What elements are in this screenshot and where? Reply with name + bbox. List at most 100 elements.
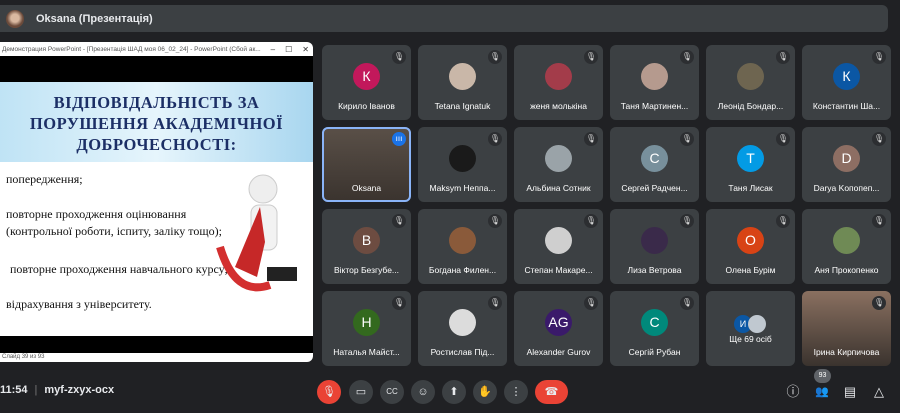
avatar [748, 315, 766, 333]
present-button[interactable]: ⬆ [442, 380, 466, 404]
participant-name: Олена Бурім [725, 265, 776, 275]
mic-off-icon: 🎙 [776, 50, 790, 64]
close-icon[interactable]: ✕ [302, 45, 309, 54]
mic-off-icon: 🎙 [680, 50, 694, 64]
participant-tile[interactable]: 🎙 Ростислав Під... [418, 291, 507, 366]
ppt-window-titlebar: Демонстрация PowerPoint - [Презентація Ш… [0, 42, 313, 56]
presenter-avatar [6, 9, 24, 28]
ppt-window-title: Демонстрация PowerPoint - [Презентація Ш… [2, 45, 261, 53]
end-call-icon: ☎ [544, 386, 559, 398]
participant-tile[interactable]: 🎙 О Олена Бурім [706, 209, 795, 284]
participant-tile[interactable]: 🎙 Таня Мартинен... [610, 45, 699, 120]
reactions-button[interactable]: ☺ [411, 380, 435, 404]
participant-name: Сергій Рубан [628, 347, 681, 357]
figure-illustration [216, 174, 297, 292]
slide-bullet: повторне проходження навчального курсу; [10, 262, 228, 276]
meeting-details-button[interactable]: ⓘ [782, 380, 804, 404]
people-button[interactable]: 👥 [811, 380, 833, 404]
avatar: Н [353, 309, 380, 336]
participant-tile[interactable]: 🎙 AG Alexander Gurov [514, 291, 603, 366]
mic-off-icon: 🎙 [584, 296, 598, 310]
participant-tile[interactable]: 🎙 С Сергій Рубан [610, 291, 699, 366]
avatar [641, 227, 668, 254]
chat-icon: ▤ [843, 384, 857, 399]
raise-hand-button[interactable]: ✋ [473, 380, 497, 404]
participant-name: Ростислав Під... [430, 347, 495, 357]
participant-tile[interactable]: 🎙 В Віктор Безгубе... [322, 209, 411, 284]
mic-off-icon: 🎙 [488, 132, 502, 146]
mic-off-icon: 🎙 [392, 50, 406, 64]
minimize-icon[interactable]: – [271, 45, 275, 54]
participant-name: Ірина Кирпичова [813, 347, 880, 357]
avatar: Т [737, 145, 764, 172]
participant-tile[interactable]: 🎙 Аня Прокопенко [802, 209, 891, 284]
avatar: В [353, 227, 380, 254]
more-participants-tile[interactable]: И Ще 69 осіб [706, 291, 795, 366]
mic-off-icon: 🎙 [488, 50, 502, 64]
camera-toggle-button[interactable]: ▭ [349, 380, 373, 404]
avatar: С [641, 309, 668, 336]
participant-tile[interactable]: 🎙 D Darya Kопопеп... [802, 127, 891, 202]
participant-name: Сергей Радчен... [621, 183, 688, 193]
activities-icon: △ [874, 384, 884, 399]
maximize-icon[interactable]: ☐ [285, 45, 292, 54]
emoji-icon: ☺ [417, 386, 429, 398]
participant-name: женя молькіна [530, 101, 587, 111]
participant-name: Богдана Филен... [428, 265, 497, 275]
participant-tile[interactable]: 🎙 Степан Макаре... [514, 209, 603, 284]
slide: ВІДПОВІДАЛЬНІСТЬ ЗА ПОРУШЕННЯ АКАДЕМІЧНО… [0, 82, 313, 336]
mic-off-icon: 🎙 [584, 214, 598, 228]
participant-name: Maksym Неппа... [429, 183, 496, 193]
slide-bullet: попередження; [6, 172, 83, 186]
participant-tile[interactable]: 🎙 женя молькіна [514, 45, 603, 120]
presentation-stage[interactable]: Демонстрация PowerPoint - [Презентація Ш… [0, 42, 313, 362]
participant-tile[interactable]: 🎙 Леонід Бондар... [706, 45, 795, 120]
mic-off-icon: 🎙 [488, 214, 502, 228]
mic-off-icon: 🎙 [488, 296, 502, 310]
more-vert-icon: ⋮ [510, 386, 522, 398]
mic-off-icon: 🎙 [680, 214, 694, 228]
participant-tile[interactable]: 🎙 Лиза Ветрова [610, 209, 699, 284]
participant-tile[interactable]: 🎙 Н Наталья Майст... [322, 291, 411, 366]
participant-name: Таня Лисак [728, 183, 773, 193]
chat-button[interactable]: ▤ [839, 380, 861, 404]
participant-tile[interactable]: 🎙 С Сергей Радчен... [610, 127, 699, 202]
mic-toggle-button[interactable]: 🎙 [317, 380, 341, 404]
mic-off-icon: 🎙 [776, 214, 790, 228]
avatar: D [833, 145, 860, 172]
participant-name: Наталья Майст... [333, 347, 400, 357]
people-icon: 👥 [815, 386, 829, 398]
camera-icon: ▭ [355, 386, 367, 398]
captions-button[interactable]: CC [380, 380, 404, 404]
participant-tile[interactable]: 🎙 Альбина Сотник [514, 127, 603, 202]
clock: 11:54 [0, 384, 28, 396]
more-options-button[interactable]: ⋮ [504, 380, 528, 404]
slide-bullet: відрахування з університету. [6, 297, 152, 311]
avatar [833, 227, 860, 254]
mic-off-icon: 🎙 [872, 214, 886, 228]
participant-name: Tetana Ignatuk [434, 101, 491, 111]
leave-call-button[interactable]: ☎ [535, 380, 568, 404]
participant-tile[interactable]: 🎙 К Кирило Іванов [322, 45, 411, 120]
participant-tile[interactable]: 🎙 Tetana Ignatuk [418, 45, 507, 120]
mic-off-icon: 🎙 [872, 132, 886, 146]
participant-tile[interactable]: 🎙 Богдана Филен... [418, 209, 507, 284]
participant-tile[interactable]: 🎙 К Константин Ша... [802, 45, 891, 120]
mic-off-icon: 🎙 [392, 296, 406, 310]
participant-name: Darya Kопопеп... [813, 183, 880, 193]
mic-off-icon: 🎙 [584, 132, 598, 146]
avatar [545, 227, 572, 254]
participant-name: Степан Макаре... [524, 265, 593, 275]
mic-off-icon: 🎙 [680, 296, 694, 310]
mic-off-icon: 🎙 [322, 386, 336, 398]
avatar: AG [545, 309, 572, 336]
avatar: К [353, 63, 380, 90]
participant-tile[interactable]: 🎙 Maksym Неппа... [418, 127, 507, 202]
participant-tile[interactable]: ııı Oksana [322, 127, 411, 202]
participant-tile[interactable]: 🎙 Ірина Кирпичова [802, 291, 891, 366]
activities-button[interactable]: △ [868, 380, 890, 404]
slide-bullet: повторне проходження оцінювання [6, 207, 187, 221]
participant-name: Лиза Ветрова [627, 265, 682, 275]
participant-tile[interactable]: 🎙 Т Таня Лисак [706, 127, 795, 202]
avatar [545, 145, 572, 172]
